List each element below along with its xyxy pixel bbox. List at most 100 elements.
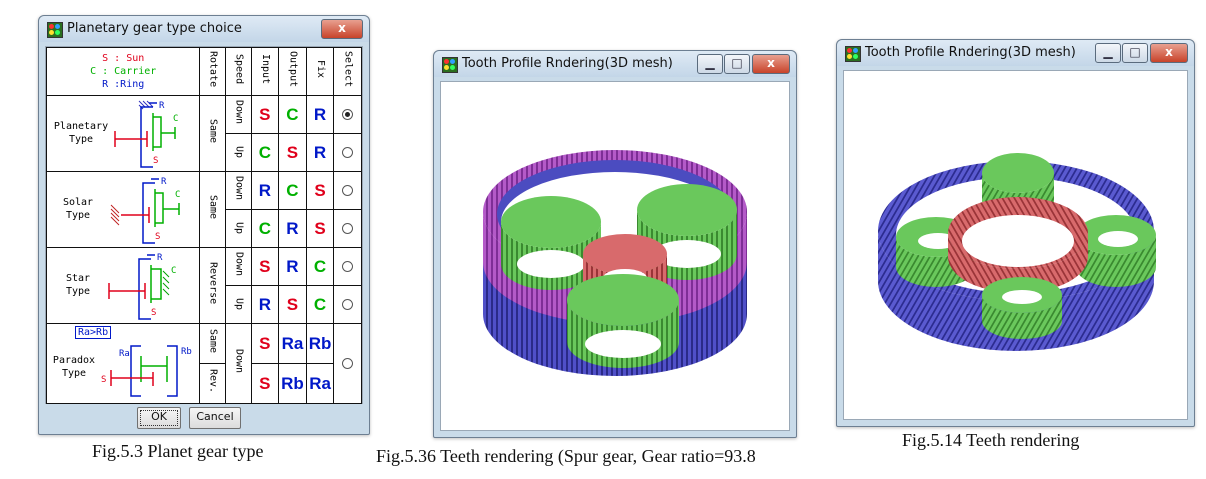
radio-icon[interactable] (342, 261, 354, 272)
window2-title: Tooth Profile Rndering(3D mesh) (462, 56, 673, 71)
paradox-diagram: Ra Rb S (101, 345, 192, 397)
star-type-cell: Star Type R C S (45, 247, 201, 324)
planetary-rotate: Same (199, 95, 226, 172)
legend-cell: S : Sun C : Carrier R :Ring (45, 47, 201, 96)
star-down-select[interactable] (333, 247, 362, 286)
planetary-speed-up: Up (224, 133, 252, 172)
solar-r2-output: R (278, 209, 307, 248)
radio-icon[interactable] (342, 147, 354, 158)
planet-gear-bottom (567, 274, 679, 368)
paradox-rotate-rev: Rev. (199, 363, 226, 404)
solar-rotate: Same (199, 171, 226, 248)
radio-icon[interactable] (342, 185, 354, 196)
sun-fixed-hatch (110, 204, 120, 226)
radio-selected-icon[interactable] (342, 109, 354, 120)
star-speed-up: Up (224, 285, 252, 324)
solar-type: Type (65, 210, 91, 221)
paradox-r2-fix: Ra (305, 363, 335, 404)
dialog-titlebar[interactable]: Planetary gear type choice x (39, 16, 369, 42)
close-button[interactable]: x (752, 54, 790, 74)
carrier-shape (153, 116, 162, 148)
paradox-type-cell: Ra>Rb Paradox Type Ra Rb S (45, 323, 201, 404)
star-r2-fix: C (305, 285, 335, 324)
window2-titlebar[interactable]: Tooth Profile Rndering(3D mesh) ▁ □ x (434, 51, 796, 77)
solar-diagram: R C S (110, 177, 180, 244)
solar-r1-fix: S (305, 171, 335, 210)
gear-render-canvas-helical[interactable] (843, 70, 1188, 420)
paradox-select[interactable] (333, 323, 362, 404)
solar-up-select[interactable] (333, 209, 362, 248)
star-up-select[interactable] (333, 285, 362, 324)
star-speed-down: Down (224, 247, 252, 286)
solar-speed-up: Up (224, 209, 252, 248)
cancel-button[interactable]: Cancel (189, 407, 241, 429)
legend-ring: R :Ring (102, 79, 145, 90)
close-button[interactable]: x (321, 19, 363, 39)
close-button[interactable]: x (1150, 43, 1188, 63)
close-icon: x (338, 21, 346, 35)
tooth-profile-window-helical: Tooth Profile Rndering(3D mesh) ▁ □ x (836, 39, 1195, 427)
ra-label: Ra (119, 349, 130, 359)
radio-icon[interactable] (342, 358, 354, 369)
window3-titlebar[interactable]: Tooth Profile Rndering(3D mesh) ▁ □ x (837, 40, 1194, 66)
spur-gear-render (483, 150, 747, 376)
carrier-fixed-hatch (162, 270, 170, 296)
svg-text:S: S (155, 232, 160, 242)
minimize-button[interactable]: ▁ (1095, 43, 1121, 63)
solar-down-select[interactable] (333, 171, 362, 210)
solar-type-cell: Solar Type R C S (45, 171, 201, 248)
planetary-r1-input: S (250, 95, 280, 134)
app-icon (47, 22, 63, 38)
paradox-type: Type (61, 368, 87, 379)
ring-label: R (159, 101, 165, 111)
star-rotate: Reverse (199, 247, 226, 324)
legend-carrier: C : Carrier (90, 66, 157, 77)
header-speed: Speed (224, 47, 252, 96)
paradox-r1-input: S (250, 323, 280, 364)
sun-label: S (153, 156, 158, 166)
maximize-icon: □ (731, 56, 743, 70)
ok-button[interactable]: OK (137, 407, 181, 429)
radio-icon[interactable] (342, 223, 354, 234)
paradox-rotate-same: Same (199, 323, 226, 364)
svg-text:C: C (171, 266, 176, 276)
svg-text:R: R (161, 177, 167, 187)
gear-type-table-area: S : Sun C : Carrier R :Ring Rotate Speed… (45, 46, 363, 404)
star-r2-input: R (250, 285, 280, 324)
svg-text:S: S (151, 308, 156, 318)
maximize-button[interactable]: □ (724, 54, 750, 74)
planetary-r1-output: C (278, 95, 307, 134)
planetary-diagram: R C S (114, 100, 178, 168)
solar-r2-input: C (250, 209, 280, 248)
gear-render-canvas-spur[interactable] (440, 81, 790, 431)
minimize-icon: ▁ (1103, 45, 1113, 59)
legend-sun: S : Sun (102, 53, 145, 64)
solar-speed-down: Down (224, 171, 252, 210)
planetary-type-cell: Planetary Type R C S (45, 95, 201, 172)
tooth-profile-window-spur: Tooth Profile Rndering(3D mesh) ▁ □ x (433, 50, 797, 438)
minimize-icon: ▁ (705, 56, 715, 70)
app-icon (845, 46, 861, 62)
close-icon: x (767, 56, 775, 70)
maximize-button[interactable]: □ (1122, 43, 1148, 63)
paradox-r2-input: S (250, 363, 280, 404)
header-fix: Fix (305, 47, 335, 96)
planetary-down-select[interactable] (333, 95, 362, 134)
close-icon: x (1165, 45, 1173, 59)
planetary-r2-fix: R (305, 133, 335, 172)
radio-icon[interactable] (342, 299, 354, 310)
header-output: Output (278, 47, 307, 96)
svg-text:C: C (175, 190, 180, 200)
star-r1-input: S (250, 247, 280, 286)
planetary-up-select[interactable] (333, 133, 362, 172)
paradox-s-label: S (101, 375, 106, 385)
minimize-button[interactable]: ▁ (697, 54, 723, 74)
svg-text:R: R (157, 253, 163, 263)
rb-label: Rb (181, 347, 192, 357)
star-r1-output: R (278, 247, 307, 286)
star-r1-fix: C (305, 247, 335, 286)
header-rotate: Rotate (199, 47, 226, 96)
header-input: Input (250, 47, 280, 96)
paradox-r2-output: Rb (278, 363, 307, 404)
app-icon (442, 57, 458, 73)
